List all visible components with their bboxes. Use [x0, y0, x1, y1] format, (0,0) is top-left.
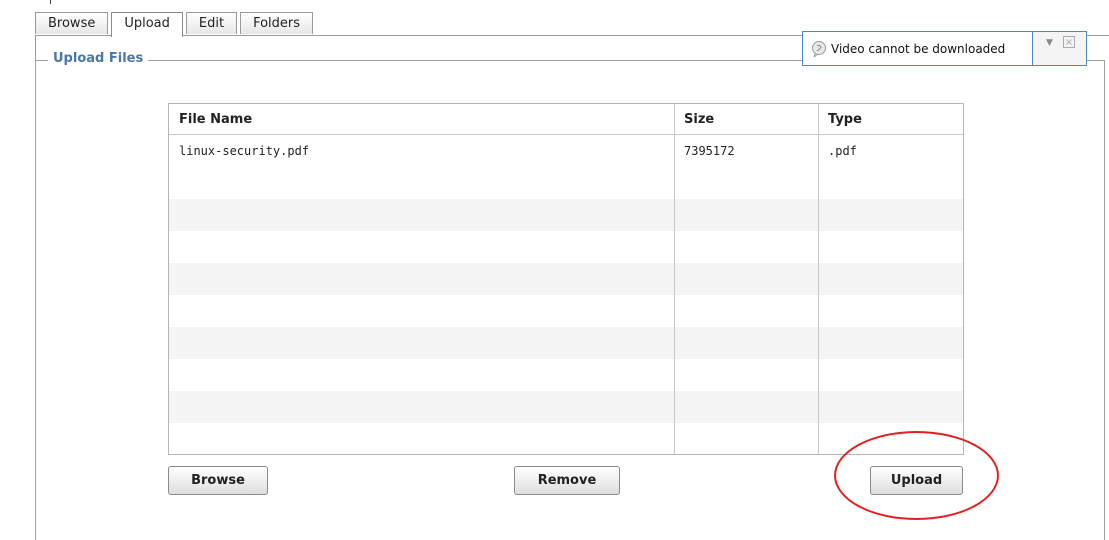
- notification-text: Video cannot be downloaded: [831, 41, 1006, 56]
- notification-controls: ▼ ×: [1033, 31, 1087, 66]
- speech-bubble-icon: [812, 40, 826, 57]
- column-divider: [818, 104, 819, 454]
- table-row[interactable]: linux-security.pdf 7395172 .pdf: [169, 135, 963, 167]
- file-size-cell: 7395172: [684, 144, 735, 158]
- table-row: [169, 263, 963, 295]
- tab-folders[interactable]: Folders: [240, 12, 314, 34]
- notification-popup: Video cannot be downloaded: [802, 31, 1033, 66]
- remove-button[interactable]: Remove: [514, 466, 620, 495]
- column-divider: [674, 104, 675, 454]
- column-header-size[interactable]: Size: [684, 112, 714, 127]
- file-name-cell: linux-security.pdf: [179, 144, 310, 158]
- chevron-down-icon[interactable]: ▼: [1046, 38, 1053, 48]
- table-row: [169, 359, 963, 391]
- tab-browse[interactable]: Browse: [35, 12, 109, 34]
- tab-edit[interactable]: Edit: [185, 12, 238, 34]
- file-table: linux-security.pdf 7395172 .pdf File Nam…: [168, 103, 964, 455]
- group-legend: Upload Files: [48, 51, 149, 66]
- tab-bar: Browse Upload Edit Folders: [35, 12, 316, 37]
- close-icon[interactable]: ×: [1063, 36, 1075, 48]
- table-row: [169, 199, 963, 231]
- browse-button[interactable]: Browse: [168, 466, 268, 495]
- tab-upload[interactable]: Upload: [111, 12, 183, 37]
- column-header-type[interactable]: Type: [828, 112, 862, 127]
- highlight-circle: [834, 431, 999, 520]
- table-row: [169, 231, 963, 263]
- table-row: [169, 167, 963, 199]
- table-row: [169, 391, 963, 423]
- stray-mark: [50, 0, 54, 4]
- table-row: [169, 423, 963, 454]
- file-type-cell: .pdf: [828, 144, 857, 158]
- column-header-file-name[interactable]: File Name: [179, 112, 252, 127]
- table-header: File Name Size Type: [169, 104, 963, 135]
- table-row: [169, 327, 963, 359]
- table-row: [169, 295, 963, 327]
